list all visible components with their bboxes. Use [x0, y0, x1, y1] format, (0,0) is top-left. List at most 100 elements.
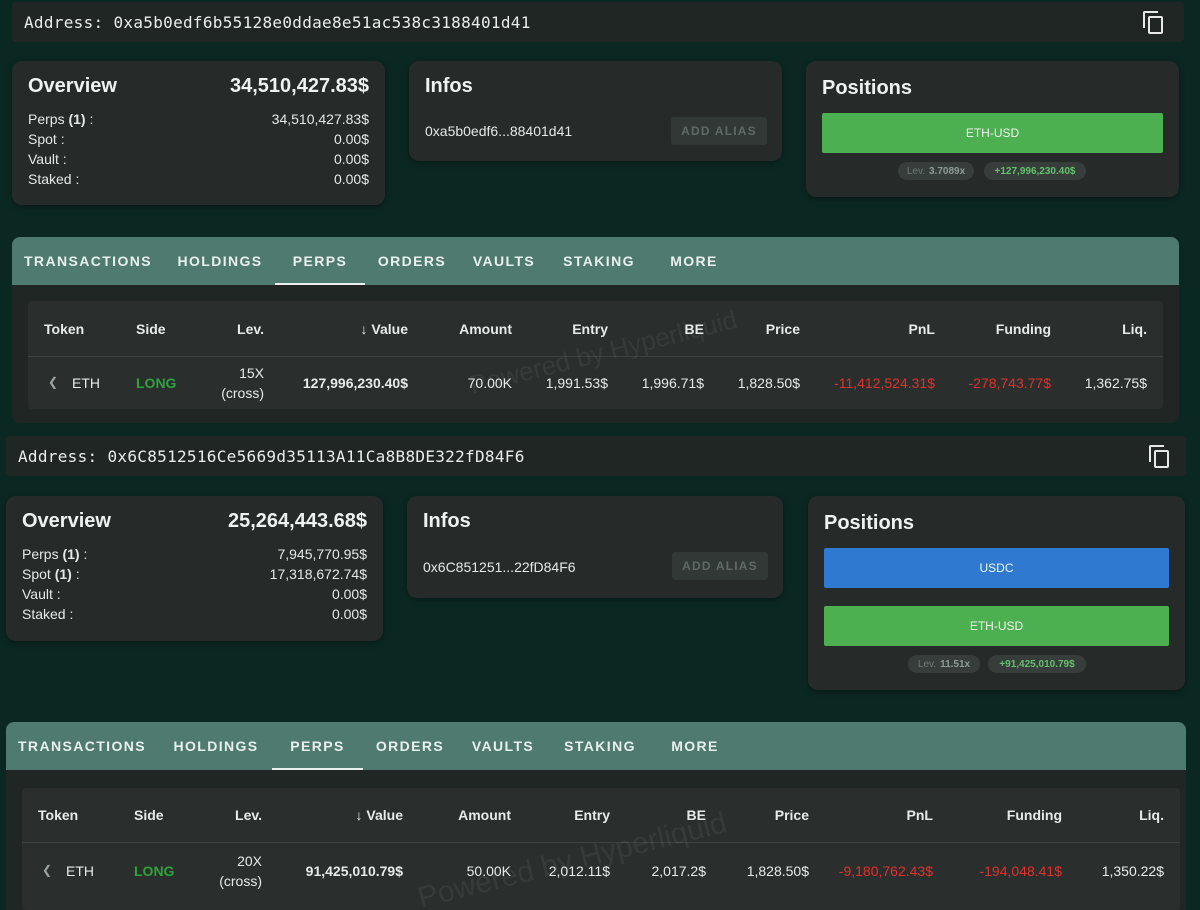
cell-token: ETH [66, 863, 94, 879]
cell-side: LONG [134, 863, 175, 879]
header-be[interactable]: BE [687, 807, 706, 823]
tab-staking[interactable]: STAKING [550, 722, 650, 770]
header-pnl[interactable]: PnL [909, 321, 935, 337]
tab-orders[interactable]: ORDERS [366, 722, 454, 770]
position-button-eth-usd[interactable]: ETH-USD [824, 606, 1169, 646]
tabs-panel: TRANSACTIONS HOLDINGS PERPS ORDERS VAULT… [12, 237, 1179, 423]
overview-row-spot: Spot (1) : [22, 566, 80, 582]
table-divider [28, 356, 1163, 357]
cell-side: LONG [136, 375, 177, 391]
header-entry[interactable]: Entry [572, 321, 608, 337]
position-button-usdc[interactable]: USDC [824, 548, 1169, 588]
positions-title: Positions [824, 512, 915, 534]
cell-entry: 2,012.11$ [548, 863, 610, 879]
overview-row-perps: Perps (1) : [22, 546, 88, 562]
header-value[interactable]: ↓ Value [356, 807, 403, 823]
cell-amount: 70.00K [467, 375, 512, 391]
position-button-eth-usd[interactable]: ETH-USD [822, 113, 1163, 153]
tab-vaults[interactable]: VAULTS [458, 722, 548, 770]
table-divider [22, 842, 1180, 843]
tab-perps[interactable]: PERPS [275, 237, 365, 285]
cell-pnl: -9,180,762.43$ [838, 863, 933, 879]
overview-row-vault: Vault : [22, 586, 61, 602]
add-alias-button[interactable]: ADD ALIAS [672, 552, 768, 580]
infos-title: Infos [423, 510, 471, 532]
cell-funding: -194,048.41$ [979, 863, 1062, 879]
eth-icon: ❮ [48, 375, 59, 389]
header-funding[interactable]: Funding [1007, 807, 1062, 823]
header-funding[interactable]: Funding [996, 321, 1051, 337]
header-liq[interactable]: Liq. [1139, 807, 1164, 823]
header-entry[interactable]: Entry [574, 807, 610, 823]
cell-lev-mode: (cross) [219, 873, 262, 889]
overview-value-perps: 7,945,770.95$ [277, 546, 367, 562]
header-lev[interactable]: Lev. [235, 807, 262, 823]
positions-card: Positions USDC ETH-USD Lev. 11.51x +91,42… [808, 496, 1185, 690]
overview-total: 25,264,443.68$ [227, 510, 367, 532]
tab-orders[interactable]: ORDERS [368, 237, 456, 285]
tab-vaults[interactable]: VAULTS [460, 237, 548, 285]
tab-transactions[interactable]: TRANSACTIONS [6, 722, 158, 770]
overview-row-perps: Perps (1) : [28, 111, 94, 127]
header-amount[interactable]: Amount [459, 321, 512, 337]
overview-title: Overview [28, 75, 117, 97]
cell-liq: 1,350.22$ [1101, 863, 1164, 879]
header-lev[interactable]: Lev. [237, 321, 264, 337]
cell-value: 91,425,010.79$ [305, 863, 403, 879]
address-value: 0x6C8512516Ce5669d35113A11Ca8B8DE322fD84… [107, 446, 525, 466]
header-value[interactable]: ↓ Value [361, 321, 408, 337]
positions-title: Positions [822, 77, 913, 99]
overview-total: 34,510,427.83$ [229, 75, 369, 97]
address-bar: Address: 0xa5b0edf6b55128e0ddae8e51ac538… [12, 2, 1184, 42]
add-alias-button[interactable]: ADD ALIAS [671, 117, 767, 145]
overview-card: Overview 34,510,427.83$ Perps (1) : 34,5… [12, 61, 385, 205]
eth-icon: ❮ [42, 863, 53, 877]
infos-short-address: 0xa5b0edf6...88401d41 [425, 123, 573, 139]
cell-be: 2,017.2$ [651, 863, 707, 879]
cell-lev: 20X [237, 853, 262, 869]
address-bar: Address: 0x6C8512516Ce5669d35113A11Ca8B8… [6, 436, 1186, 476]
header-be[interactable]: BE [685, 321, 704, 337]
tabs-bar: TRANSACTIONS HOLDINGS PERPS ORDERS VAULT… [6, 722, 1186, 770]
overview-value-vault: 0.00$ [333, 151, 369, 167]
header-token[interactable]: Token [38, 807, 78, 823]
leverage-pill: Lev. 3.7089x [898, 162, 974, 180]
header-price[interactable]: Price [766, 321, 800, 337]
tab-more[interactable]: MORE [652, 237, 736, 285]
header-side[interactable]: Side [136, 321, 166, 337]
tab-perps[interactable]: PERPS [272, 722, 363, 770]
header-price[interactable]: Price [775, 807, 809, 823]
cell-pnl: -11,412,524.31$ [834, 375, 935, 391]
tabs-panel: TRANSACTIONS HOLDINGS PERPS ORDERS VAULT… [6, 722, 1186, 910]
cell-price: 1,828.50$ [746, 863, 809, 879]
perps-table: Token Side Lev. ↓ Value Amount Entry BE … [28, 301, 1163, 409]
tabs-bar: TRANSACTIONS HOLDINGS PERPS ORDERS VAULT… [12, 237, 1179, 285]
copy-icon[interactable] [1143, 11, 1165, 35]
cell-lev-mode: (cross) [221, 385, 264, 401]
tab-transactions[interactable]: TRANSACTIONS [12, 237, 164, 285]
cell-be: 1,996.71$ [641, 375, 704, 391]
cell-token: ETH [72, 375, 100, 391]
infos-title: Infos [425, 75, 473, 97]
address-value: 0xa5b0edf6b55128e0ddae8e51ac538c3188401d… [113, 12, 531, 32]
tab-staking[interactable]: STAKING [550, 237, 648, 285]
header-pnl[interactable]: PnL [907, 807, 933, 823]
cell-amount: 50.00K [466, 863, 511, 879]
cell-funding: -278,743.77$ [968, 375, 1051, 391]
overview-value-spot: 0.00$ [333, 131, 369, 147]
perps-table: Token Side Lev. ↓ Value Amount Entry BE … [22, 788, 1180, 910]
header-amount[interactable]: Amount [458, 807, 511, 823]
header-side[interactable]: Side [134, 807, 164, 823]
header-liq[interactable]: Liq. [1122, 321, 1147, 337]
cell-price: 1,828.50$ [737, 375, 800, 391]
tab-holdings[interactable]: HOLDINGS [164, 237, 276, 285]
overview-card: Overview 25,264,443.68$ Perps (1) : 7,94… [6, 496, 383, 641]
leverage-pill: Lev. 11.51x [908, 655, 980, 673]
header-token[interactable]: Token [44, 321, 84, 337]
wallet-section: Address: 0x6C8512516Ce5669d35113A11Ca8B8… [0, 432, 1200, 910]
copy-icon[interactable] [1149, 445, 1171, 469]
tab-holdings[interactable]: HOLDINGS [161, 722, 271, 770]
tab-more[interactable]: MORE [654, 722, 736, 770]
cell-entry: 1,991.53$ [545, 375, 608, 391]
overview-row-vault: Vault : [28, 151, 67, 167]
